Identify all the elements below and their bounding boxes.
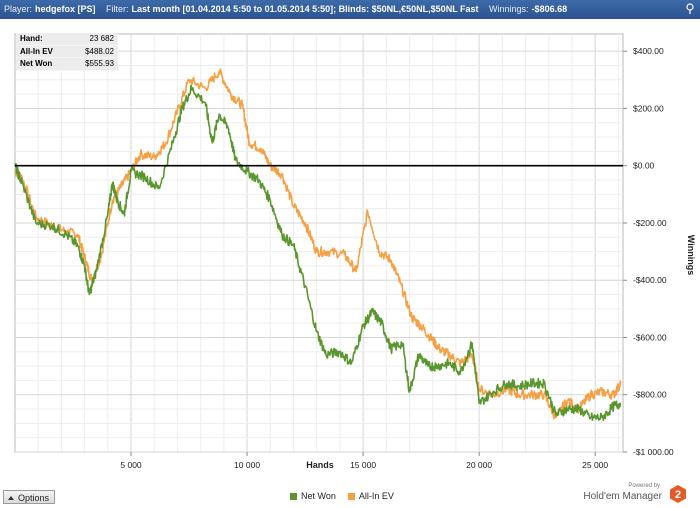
stat-net-won: Net Won $555.93	[16, 58, 118, 71]
hem-logo-icon: 2	[670, 485, 686, 503]
title-bar: Player: hedgefox [PS] Filter: Last month […	[0, 0, 700, 19]
y-tick-label: $200.00	[633, 103, 664, 113]
stat-label: Hand:	[20, 34, 43, 43]
winnings-chart: 5 000 10 000 15 000 20 000 25 000 $400.00 $20…	[14, 33, 696, 470]
y-tick-label: -$200.00	[633, 218, 667, 228]
caret-up-icon	[8, 496, 14, 500]
brand-name: Hold'em Manager	[583, 491, 662, 502]
x-tick-label: 15 000	[350, 460, 376, 470]
legend-swatch	[347, 492, 355, 500]
legend-item-net-won[interactable]: Net Won	[290, 491, 336, 501]
stat-allin-ev: All-In EV $488.02	[16, 46, 118, 58]
y-tick-label: -$400.00	[633, 275, 667, 285]
y-axis-ticks: $400.00 $200.00 $0.00 -$200.00 -$400.00 -$600…	[623, 46, 674, 457]
x-axis-label: Hands	[306, 460, 334, 470]
options-button[interactable]: Options	[3, 490, 55, 504]
brand-badge: 2	[675, 489, 681, 501]
legend-label: All-In EV	[358, 491, 394, 501]
stat-value: 23 682	[89, 34, 114, 43]
filter-value: Last month [01.04.2014 5:50 to 01.05.201…	[131, 4, 479, 14]
x-tick-label: 25 000	[582, 460, 608, 470]
options-label: Options	[18, 493, 50, 503]
y-tick-label: -$600.00	[633, 332, 667, 342]
y-tick-label: $0.00	[633, 161, 655, 171]
legend-swatch	[290, 492, 297, 500]
y-tick-label: $400.00	[633, 46, 664, 56]
powered-by-text: Powered by	[628, 483, 660, 489]
stat-value: $488.02	[85, 46, 114, 56]
x-tick-label: 20 000	[466, 460, 492, 470]
stat-label: All-In EV	[20, 46, 53, 56]
stat-hand: Hand: 23 682	[16, 33, 118, 46]
filter-label: Filter:	[106, 4, 129, 14]
y-tick-label: -$800.00	[633, 390, 667, 400]
stats-panel: Hand: 23 682 All-In EV $488.02 Net Won $555…	[16, 33, 118, 71]
player-label: Player:	[4, 4, 33, 14]
brand-logo: Powered by Hold'em Manager 2	[570, 483, 690, 505]
y-tick-label: -$1 000.00	[633, 447, 674, 457]
player-value: hedgefox [PS]	[35, 4, 96, 14]
pin-icon[interactable]	[684, 3, 696, 15]
stat-value: $555.93	[85, 59, 114, 68]
y-axis-label: Winnings	[686, 235, 696, 275]
plot-area	[14, 33, 624, 453]
x-axis-ticks: 5 000 10 000 15 000 20 000 25 000	[120, 452, 608, 470]
legend-item-allin-ev[interactable]: All-In EV	[347, 491, 394, 501]
x-tick-label: 5 000	[120, 460, 142, 470]
winnings-value: -$806.68	[531, 4, 568, 14]
legend-label: Net Won	[301, 491, 336, 501]
x-tick-label: 10 000	[234, 460, 260, 470]
winnings-label: Winnings:	[489, 4, 529, 14]
stat-label: Net Won	[20, 59, 53, 68]
legend: Net Won All-In EV	[290, 491, 394, 501]
